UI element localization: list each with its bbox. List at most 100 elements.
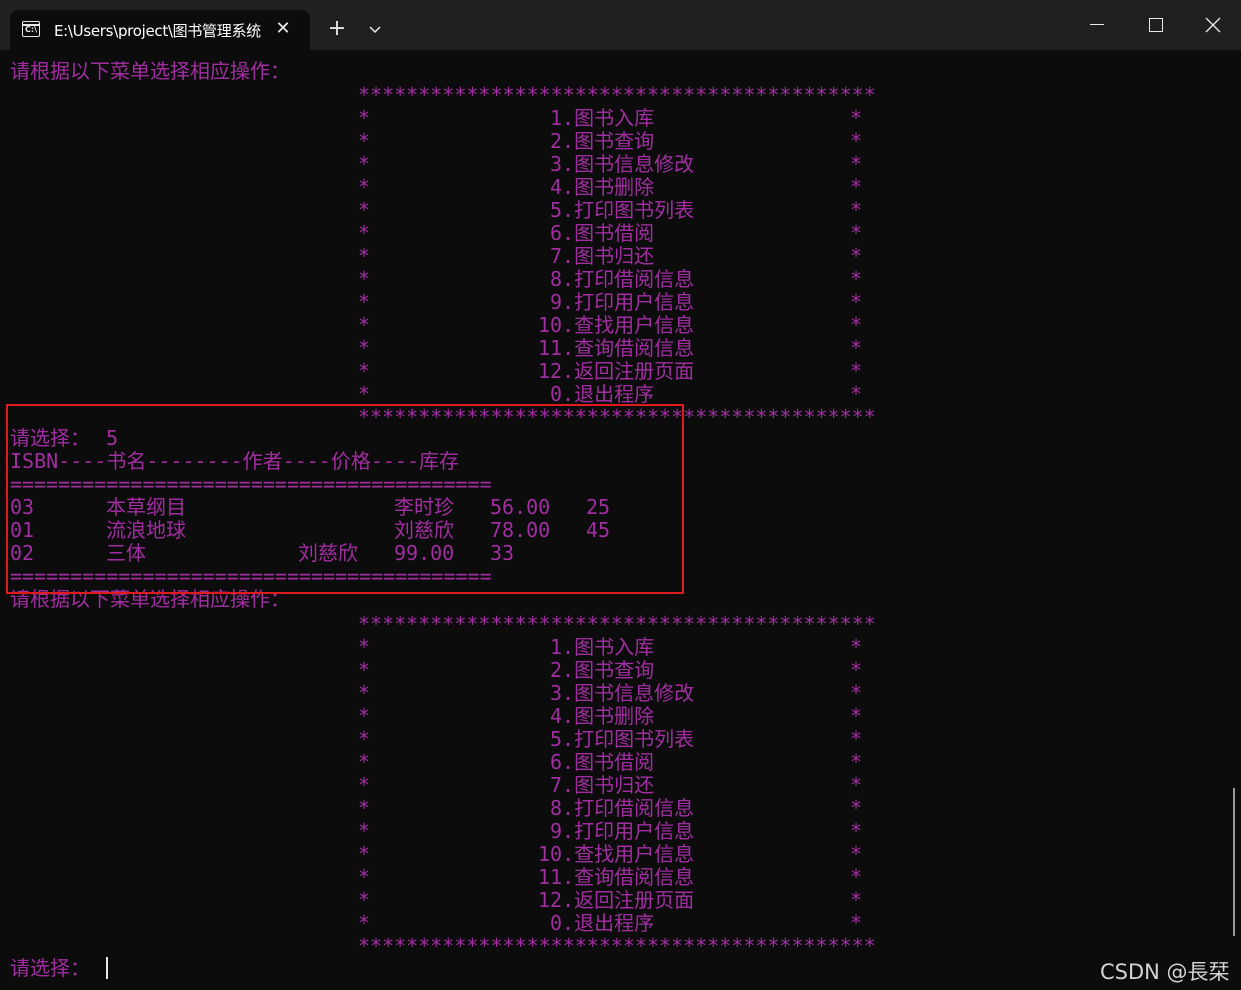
menu-star: * [850,382,863,406]
menu-star: * [358,796,371,820]
menu-item: 12.返回注册页面 [538,359,695,383]
menu-star: * [358,336,371,360]
menu-star: * [850,658,863,682]
tab-dropdown-button[interactable] [362,14,388,44]
menu-item: 11.查询借阅信息 [538,865,695,889]
menu-star: * [358,681,371,705]
menu-border: ****************************************… [358,83,876,107]
menu-item: 10.查找用户信息 [538,313,695,337]
menu-star: * [850,865,863,889]
menu-star: * [358,773,371,797]
menu-star: * [358,635,371,659]
title-bar: C:\ E:\Users\project\图书管理系统 ✕ + [0,0,1241,50]
menu-star: * [850,152,863,176]
watermark: CSDN @長栞 [1100,960,1230,984]
menu-item: 9.打印用户信息 [550,290,695,314]
menu-star: * [358,865,371,889]
menu-item: 8.打印借阅信息 [550,796,695,820]
menu-star: * [358,152,371,176]
menu-item: 7.图书归还 [550,773,655,797]
terminal-tab[interactable]: C:\ E:\Users\project\图书管理系统 ✕ [10,10,310,50]
menu-star: * [850,681,863,705]
console-icon: C:\ [22,21,40,37]
menu-item: 0.退出程序 [550,911,655,935]
menu-star: * [358,221,371,245]
menu-star: * [850,773,863,797]
menu-star: * [850,336,863,360]
menu-item: 3.图书信息修改 [550,152,695,176]
menu-star: * [358,129,371,153]
menu-star: * [850,175,863,199]
menu-item: 12.返回注册页面 [538,888,695,912]
menu-star: * [850,704,863,728]
close-tab-button[interactable]: ✕ [272,18,294,40]
menu-star: * [850,888,863,912]
minimize-icon [1090,24,1104,25]
select-prompt: 请选择： [10,956,90,980]
close-window-button[interactable] [1184,0,1241,50]
menu-item: 11.查询借阅信息 [538,336,695,360]
tab-title: E:\Users\project\图书管理系统 [54,22,261,40]
menu-item: 5.打印图书列表 [550,198,695,222]
menu-star: * [358,888,371,912]
menu-item: 7.图书归还 [550,244,655,268]
maximize-icon [1149,18,1163,32]
menu-star: * [850,267,863,291]
menu-star: * [850,911,863,935]
menu-star: * [850,727,863,751]
menu-star: * [850,129,863,153]
menu-star: * [850,244,863,268]
menu-border: ****************************************… [358,934,876,958]
menu-prompt: 请根据以下菜单选择相应操作： [10,59,290,83]
menu-star: * [358,175,371,199]
menu-star: * [850,796,863,820]
menu-star: * [358,267,371,291]
menu-item: 8.打印借阅信息 [550,267,695,291]
menu-item: 2.图书查询 [550,658,655,682]
menu-star: * [358,313,371,337]
minimize-button[interactable] [1068,0,1126,50]
menu-star: * [358,198,371,222]
menu-item: 6.图书借阅 [550,750,655,774]
menu-item: 9.打印用户信息 [550,819,695,843]
menu-star: * [358,382,371,406]
chevron-down-icon [369,26,381,34]
menu-item: 0.退出程序 [550,382,655,406]
menu-item: 6.图书借阅 [550,221,655,245]
menu-item: 2.图书查询 [550,129,655,153]
menu-star: * [358,359,371,383]
scrollbar[interactable] [1233,788,1235,936]
menu-star: * [358,106,371,130]
text-cursor [106,957,108,979]
menu-star: * [358,819,371,843]
highlight-box [6,404,684,594]
menu-item: 10.查找用户信息 [538,842,695,866]
menu-star: * [850,106,863,130]
menu-star: * [850,313,863,337]
menu-border: ****************************************… [358,612,876,636]
menu-star: * [358,911,371,935]
menu-item: 1.图书入库 [550,106,655,130]
menu-item: 5.打印图书列表 [550,727,695,751]
menu-star: * [850,819,863,843]
menu-star: * [850,842,863,866]
menu-star: * [358,842,371,866]
menu-star: * [850,750,863,774]
menu-star: * [850,359,863,383]
menu-star: * [358,704,371,728]
menu-item: 3.图书信息修改 [550,681,695,705]
menu-star: * [358,727,371,751]
menu-star: * [358,244,371,268]
menu-star: * [850,290,863,314]
menu-item: 4.图书删除 [550,704,655,728]
menu-item: 4.图书删除 [550,175,655,199]
menu-star: * [358,290,371,314]
menu-star: * [358,750,371,774]
maximize-button[interactable] [1126,0,1184,50]
close-icon [1205,17,1221,33]
new-tab-button[interactable]: + [322,14,352,44]
menu-star: * [358,658,371,682]
menu-star: * [850,198,863,222]
menu-star: * [850,221,863,245]
menu-item: 1.图书入库 [550,635,655,659]
